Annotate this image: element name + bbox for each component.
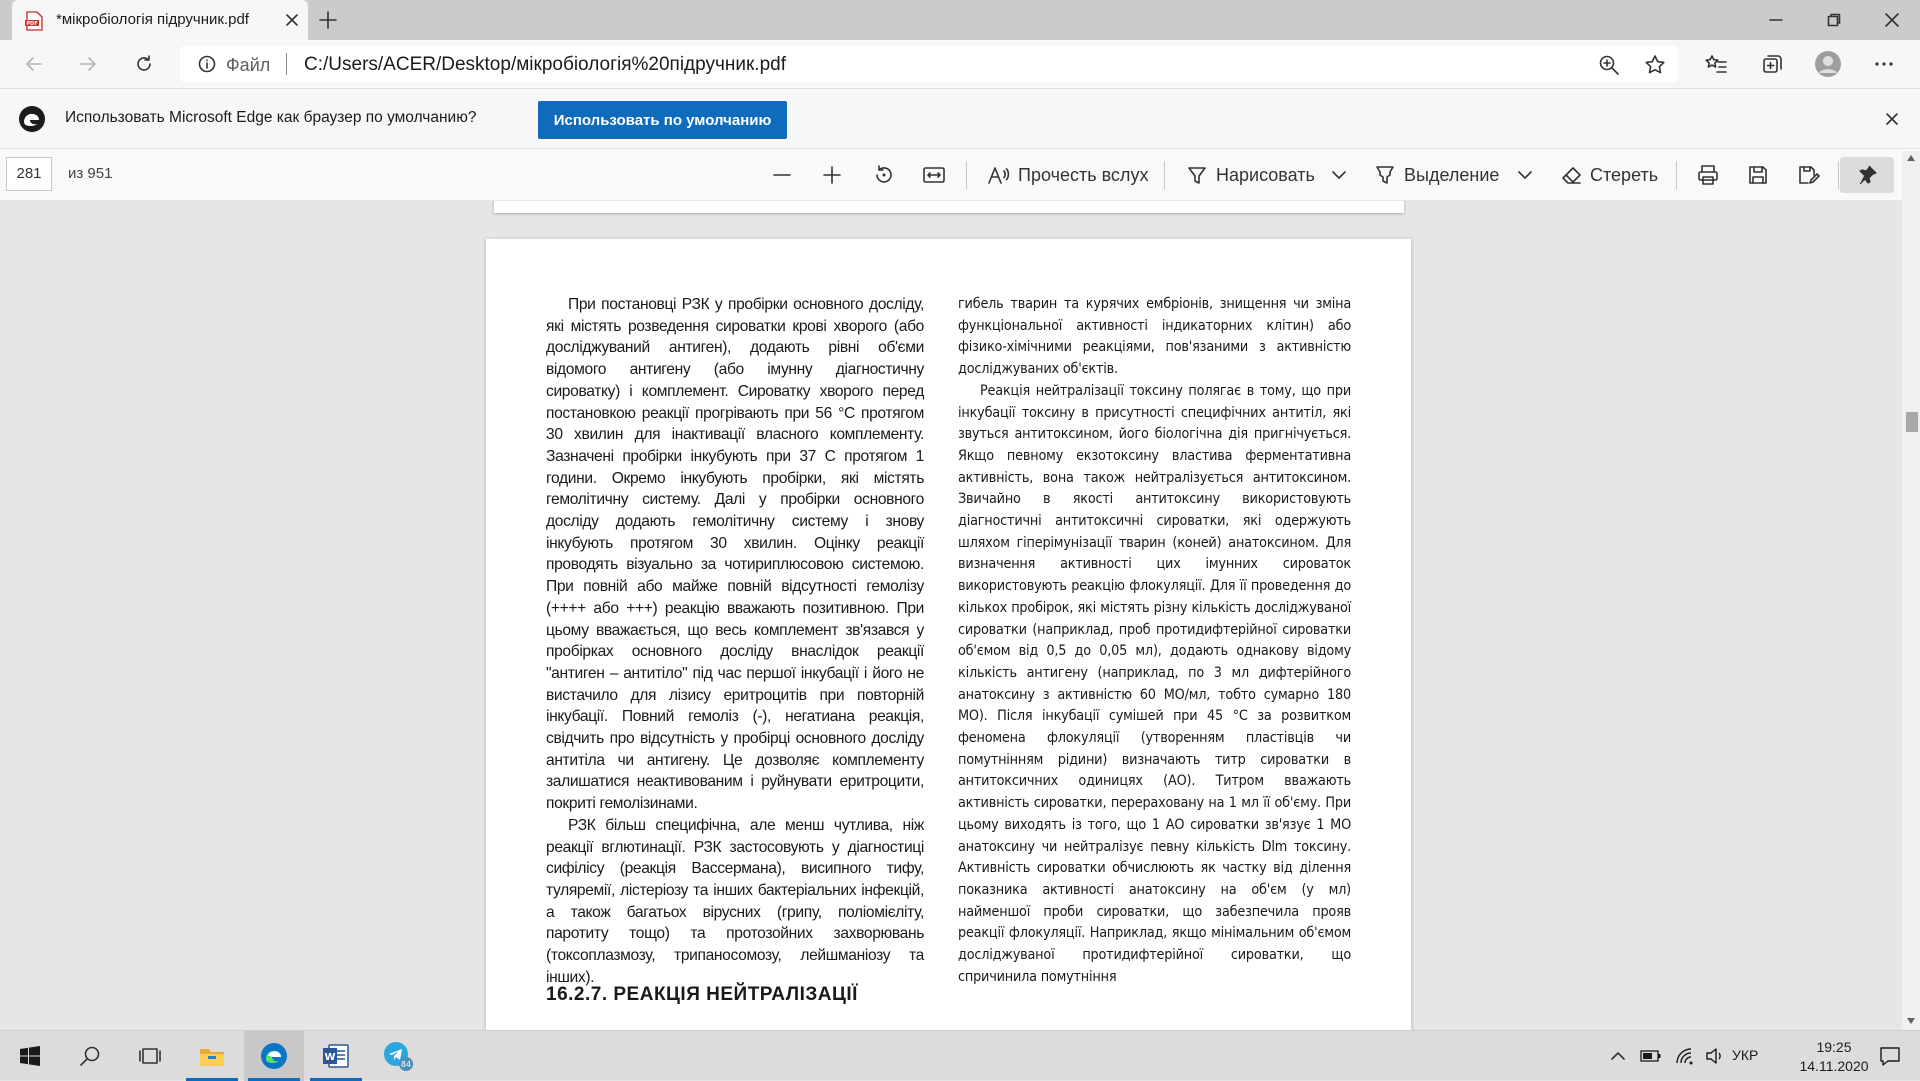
windows-taskbar: W 84 УКР 19:25 14.11.2020	[0, 1030, 1920, 1081]
infobar-message: Использовать Microsoft Edge как браузер …	[65, 109, 477, 126]
vertical-scrollbar[interactable]	[1902, 151, 1920, 1030]
toolbar-divider	[1838, 161, 1839, 189]
read-aloud-label: Прочесть вслух	[1018, 164, 1149, 185]
svg-text:PDF: PDF	[26, 21, 37, 27]
forward-icon[interactable]	[72, 48, 104, 80]
file-label: Файл	[226, 55, 271, 75]
scroll-thumb[interactable]	[1906, 412, 1918, 432]
volume-icon[interactable]	[1700, 1031, 1730, 1081]
tab-close-icon[interactable]	[280, 8, 304, 32]
search-icon[interactable]	[60, 1031, 120, 1081]
notifications-icon[interactable]	[1868, 1031, 1912, 1081]
set-default-button[interactable]: Использовать по умолчанию	[538, 101, 787, 139]
highlight-options-chevron-icon[interactable]	[1516, 159, 1534, 191]
windows-start-icon[interactable]	[0, 1031, 60, 1081]
tab-strip: PDF *мікробіологія підручник.pdf	[0, 0, 1920, 40]
highlighter-icon	[1376, 166, 1394, 184]
default-browser-infobar: Использовать Microsoft Edge как браузер …	[0, 88, 1920, 149]
back-icon[interactable]	[18, 48, 50, 80]
more-menu-icon[interactable]	[1868, 48, 1900, 80]
address-separator	[286, 53, 287, 75]
toolbar-divider	[966, 161, 967, 189]
minimize-icon[interactable]	[1748, 0, 1804, 40]
draw-pen-icon	[1188, 167, 1206, 184]
draw-options-chevron-icon[interactable]	[1330, 159, 1348, 191]
paragraph: Реакція нейтралізації токсину полягає в …	[958, 382, 1351, 985]
refresh-icon[interactable]	[128, 48, 160, 80]
previous-page	[494, 201, 1404, 213]
erase-button[interactable]: Стереть	[1560, 159, 1658, 191]
draw-button[interactable]: Нарисовать	[1186, 159, 1315, 191]
edge-taskbar-icon[interactable]	[244, 1031, 304, 1081]
task-view-icon[interactable]	[120, 1031, 180, 1081]
svg-text:W: W	[324, 1052, 335, 1063]
page-total: из 951	[68, 165, 113, 182]
telegram-badge: 84	[401, 1060, 411, 1069]
fit-page-icon[interactable]	[922, 159, 946, 191]
restore-icon[interactable]	[1806, 0, 1862, 40]
pdf-page: При постановці РЗК у пробірки основного …	[486, 239, 1411, 1030]
new-tab-icon[interactable]	[316, 8, 340, 32]
pdf-icon: PDF	[24, 11, 44, 31]
left-text-column: При постановці РЗК у пробірки основного …	[546, 294, 924, 989]
language-indicator[interactable]: УКР	[1732, 1047, 1758, 1063]
pdf-toolbar: 281 из 951 Прочесть вслух Нарисовать Выд…	[0, 149, 1920, 201]
telegram-icon[interactable]: 84	[368, 1031, 428, 1081]
wifi-icon[interactable]	[1670, 1031, 1700, 1081]
paragraph: При постановці РЗК у пробірки основного …	[546, 296, 924, 813]
close-window-icon[interactable]	[1864, 0, 1920, 40]
favorite-star-icon[interactable]	[1644, 54, 1666, 76]
erase-label: Стереть	[1590, 164, 1659, 185]
save-as-icon[interactable]	[1796, 159, 1820, 191]
right-text-column: гибель тварин та курячих ембріонів, знищ…	[958, 294, 1351, 989]
rotate-icon[interactable]	[872, 159, 896, 191]
zoom-in-icon[interactable]	[820, 159, 844, 191]
print-icon[interactable]	[1696, 159, 1720, 191]
file-explorer-icon[interactable]	[182, 1031, 242, 1081]
battery-icon[interactable]	[1636, 1031, 1666, 1081]
page-number-input[interactable]: 281	[6, 157, 52, 191]
scroll-up-arrow-icon[interactable]	[1907, 155, 1915, 161]
eraser-icon	[1562, 167, 1581, 184]
tab-title: *мікробіологія підручник.pdf	[56, 11, 249, 28]
favorites-icon[interactable]	[1700, 48, 1732, 80]
toolbar-divider	[1164, 161, 1165, 189]
scroll-down-arrow-icon[interactable]	[1907, 1018, 1915, 1024]
clock-time[interactable]: 19:25	[1794, 1039, 1874, 1055]
pin-toolbar-icon[interactable]	[1840, 157, 1894, 193]
zoom-icon[interactable]	[1598, 54, 1620, 76]
paragraph: гибель тварин та курячих ембріонів, знищ…	[958, 296, 1351, 378]
highlight-button[interactable]: Выделение	[1374, 159, 1499, 191]
highlight-label: Выделение	[1404, 164, 1500, 185]
save-icon[interactable]	[1746, 159, 1770, 191]
browser-tab[interactable]: PDF *мікробіологія підручник.pdf	[12, 0, 308, 40]
toolbar-divider	[1676, 161, 1677, 189]
url-text[interactable]: C:/Users/ACER/Desktop/мікробіологія%20пі…	[304, 54, 786, 76]
profile-avatar-icon[interactable]	[1812, 48, 1844, 80]
collections-icon[interactable]	[1756, 48, 1788, 80]
draw-label: Нарисовать	[1216, 164, 1315, 185]
read-aloud-icon	[988, 167, 1010, 184]
pdf-viewer[interactable]: При постановці РЗК у пробірки основного …	[0, 201, 1920, 1030]
info-icon[interactable]	[198, 55, 216, 73]
word-icon[interactable]: W	[306, 1031, 366, 1081]
tray-overflow-chevron-icon[interactable]	[1606, 1031, 1630, 1081]
address-bar[interactable]: Файл C:/Users/ACER/Desktop/мікробіологія…	[180, 46, 1678, 82]
section-heading: 16.2.7. РЕАКЦІЯ НЕЙТРАЛІЗАЦІЇ	[546, 984, 858, 1005]
edge-logo-icon	[18, 105, 46, 133]
read-aloud-button[interactable]: Прочесть вслух	[986, 159, 1148, 191]
paragraph: РЗК більш специфічна, але менш чутлива, …	[546, 816, 924, 986]
navigation-bar: Файл C:/Users/ACER/Desktop/мікробіологія…	[0, 40, 1920, 88]
zoom-out-icon[interactable]	[770, 159, 794, 191]
infobar-close-icon[interactable]	[1880, 107, 1904, 131]
